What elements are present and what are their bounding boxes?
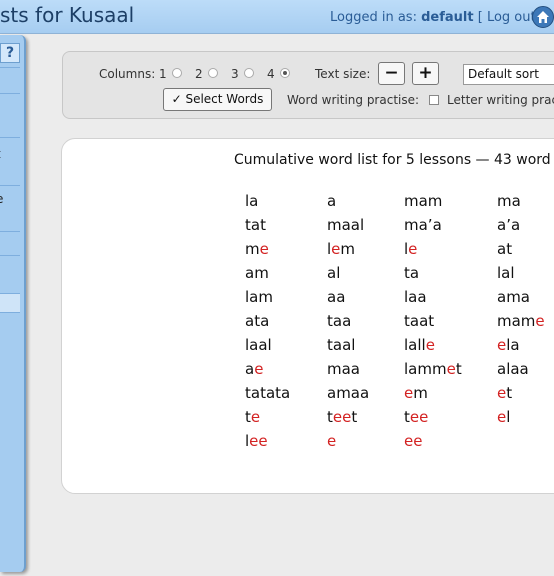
sidebar-divider bbox=[0, 231, 20, 232]
sidebar-divider bbox=[0, 185, 20, 186]
increase-text-size-button[interactable]: + bbox=[412, 62, 439, 85]
word-item: lalle bbox=[404, 336, 435, 354]
column-radio-1[interactable] bbox=[172, 68, 182, 78]
word-item: la bbox=[245, 192, 259, 210]
left-sidebar: ? t e bbox=[0, 35, 26, 572]
column-option-label: 4 bbox=[267, 67, 275, 81]
word-item: tat bbox=[245, 216, 266, 234]
word-item: a’a bbox=[497, 216, 521, 234]
word-item: te bbox=[245, 408, 261, 426]
word-item: ata bbox=[245, 312, 270, 330]
word-item: taal bbox=[327, 336, 356, 354]
help-button[interactable]: ? bbox=[0, 43, 20, 63]
word-item: laal bbox=[245, 336, 272, 354]
word-writing-checkbox[interactable] bbox=[429, 95, 439, 105]
word-item: at bbox=[497, 240, 513, 258]
word-item: lal bbox=[497, 264, 515, 282]
word-item: et bbox=[497, 384, 513, 402]
sort-select[interactable]: Default sort bbox=[463, 64, 554, 85]
word-item: lammet bbox=[404, 360, 462, 378]
word-item: ee bbox=[404, 432, 423, 450]
decrease-text-size-button[interactable]: − bbox=[378, 62, 405, 85]
word-list-title: Cumulative word list for 5 lessons — 43 … bbox=[234, 152, 551, 168]
column-radio-2[interactable] bbox=[208, 68, 218, 78]
word-item: ae bbox=[245, 360, 264, 378]
word-item: tatata bbox=[245, 384, 291, 402]
sidebar-item-label[interactable]: e bbox=[0, 192, 3, 206]
column-radio-3[interactable] bbox=[244, 68, 254, 78]
word-item: amaa bbox=[327, 384, 370, 402]
word-item: maal bbox=[327, 216, 365, 234]
word-item: laa bbox=[404, 288, 427, 306]
word-item: mame bbox=[497, 312, 545, 330]
word-item: mam bbox=[404, 192, 443, 210]
controls-panel: Columns: 1 2 3 4 Text size: − + Default … bbox=[62, 51, 554, 119]
top-header: sts for Kusaal Logged in as: default [ L… bbox=[0, 0, 554, 34]
select-words-button[interactable]: ✓ Select Words bbox=[163, 88, 272, 111]
word-column-2: a maal lem al aa taa taal maa amaa teet e bbox=[327, 189, 369, 453]
word-item: aa bbox=[327, 288, 346, 306]
sidebar-divider bbox=[0, 67, 20, 68]
sidebar-divider bbox=[0, 137, 20, 138]
word-item: em bbox=[404, 384, 428, 402]
sidebar-divider bbox=[0, 93, 20, 94]
word-list-card: Cumulative word list for 5 lessons — 43 … bbox=[61, 138, 554, 494]
sidebar-item-label[interactable]: t bbox=[0, 147, 1, 161]
text-size-label: Text size: bbox=[315, 67, 371, 81]
home-button[interactable] bbox=[532, 6, 554, 28]
letter-writing-label: Letter writing prac bbox=[447, 93, 554, 107]
column-option-label: 3 bbox=[231, 67, 239, 81]
word-item: le bbox=[404, 240, 418, 258]
word-item: lem bbox=[327, 240, 356, 258]
word-item: el bbox=[497, 408, 511, 426]
sidebar-item-selected[interactable] bbox=[0, 293, 20, 313]
login-status: Logged in as: default [ Log out ] bbox=[330, 10, 545, 25]
word-column-1: la tat me am lam ata laal ae tatata te lee bbox=[245, 189, 290, 453]
word-item: ma bbox=[497, 192, 521, 210]
word-item: e bbox=[327, 432, 337, 450]
word-item: lam bbox=[245, 288, 273, 306]
app-title: sts for Kusaal bbox=[0, 3, 135, 27]
word-item: ela bbox=[497, 336, 520, 354]
word-item: tee bbox=[404, 408, 429, 426]
word-item: ma’a bbox=[404, 216, 442, 234]
word-item: taa bbox=[327, 312, 352, 330]
word-item: me bbox=[245, 240, 269, 258]
columns-label: Columns: bbox=[99, 67, 156, 81]
sidebar-divider bbox=[0, 255, 20, 256]
word-item: am bbox=[245, 264, 269, 282]
logged-in-label: Logged in as: bbox=[330, 10, 417, 25]
column-option-label: 2 bbox=[195, 67, 203, 81]
word-item: al bbox=[327, 264, 341, 282]
home-icon bbox=[537, 11, 549, 23]
word-item: taat bbox=[404, 312, 435, 330]
word-item: a bbox=[327, 192, 337, 210]
word-item: teet bbox=[327, 408, 358, 426]
word-column-3: mam ma’a le ta laa taat lalle lammet em tee ee bbox=[404, 189, 462, 453]
word-item: ama bbox=[497, 288, 530, 306]
word-item: ta bbox=[404, 264, 420, 282]
column-option-label: 1 bbox=[159, 67, 167, 81]
word-item: maa bbox=[327, 360, 360, 378]
word-column-4: ma a’a at lal ama mame ela alaa et el bbox=[497, 189, 545, 429]
word-item: lee bbox=[245, 432, 268, 450]
word-writing-label: Word writing practise: bbox=[287, 93, 420, 107]
column-radio-4[interactable] bbox=[280, 68, 290, 78]
word-item: alaa bbox=[497, 360, 529, 378]
username-link[interactable]: default bbox=[421, 10, 473, 25]
